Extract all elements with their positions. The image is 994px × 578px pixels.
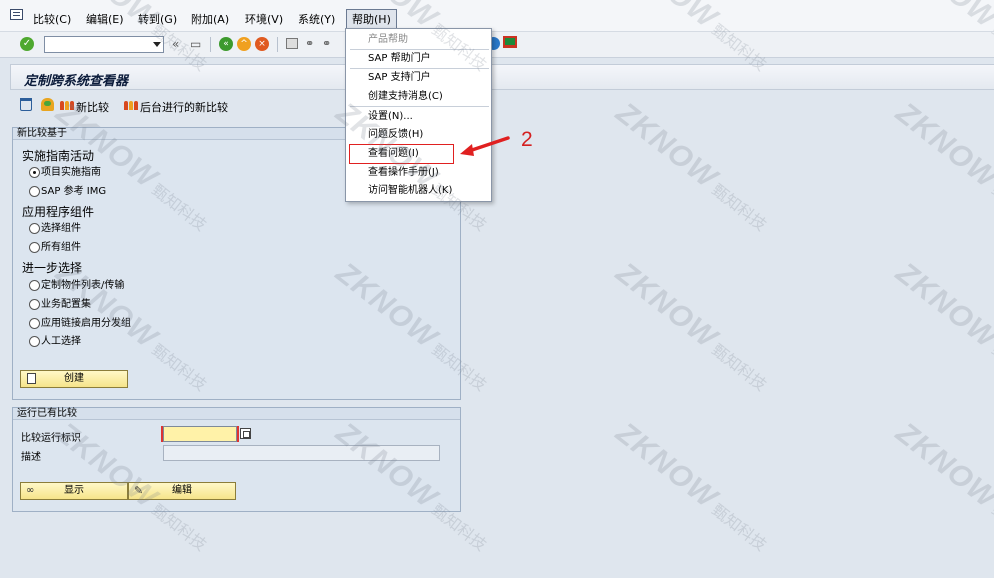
glasses-icon: ∞ [26,485,35,496]
menu-item-operation-manual[interactable]: 查看操作手册(J) [368,166,439,180]
watermark-tile: ZKNOW甄知科技 [889,416,994,558]
menu-compare[interactable]: 比较(C) [33,11,71,27]
display-button-label: 显示 [64,485,84,496]
radio-icon[interactable] [29,186,40,197]
save-icon[interactable]: ▭ [190,37,201,51]
run-id-label: 比较运行标识 [21,433,81,444]
radio-label: 业务配置集 [41,299,91,310]
section-heading: 应用程序组件 [22,205,95,219]
watermark-logo: ZKNOW [609,416,724,516]
standard-toolbar: ✓ « ▭ « ^ × ⚭ ⚭ [0,32,994,58]
layout-icon[interactable] [503,36,517,48]
section-heading: 实施指南活动 [22,149,95,163]
menu-item-feedback[interactable]: 问题反馈(H) [368,128,423,142]
menu-item-sap-help-portal[interactable]: SAP 帮助门户 [368,52,431,66]
print-icon[interactable] [286,38,298,49]
watermark-text: 甄知科技 [708,341,770,395]
enter-check-icon[interactable]: ✓ [20,37,34,51]
callout-arrow-icon [460,136,510,156]
radio-label: 定制物件列表/传输 [41,280,125,291]
watermark-logo: ZKNOW [889,416,994,516]
menu-item-settings[interactable]: 设置(N)... [368,110,413,124]
document-icon [27,373,36,384]
help-dropdown-menu: 产品帮助 SAP 帮助门户 SAP 支持门户 创建支持消息(C) 设置(N)..… [345,28,492,202]
exit-icon[interactable]: ^ [237,37,251,51]
radio-label: 项目实施指南 [41,167,101,178]
run-id-input[interactable] [163,426,237,442]
watermark-text: 甄知科技 [988,341,994,395]
toolbar-divider [210,37,211,52]
run-existing-group: 运行已有比较 比较运行标识 描述 ∞ 显示 ✎ 编辑 [12,407,461,512]
users-icon [124,98,139,110]
highlight-box [349,144,454,164]
page-title: 定制跨系统查看器 [24,74,129,89]
display-button[interactable]: ∞ 显示 [20,482,128,500]
radio-icon[interactable] [29,318,40,329]
cancel-icon[interactable]: × [255,37,269,51]
menu-item-smart-robot[interactable]: 访问智能机器人(K) [368,184,452,198]
menu-item-create-support-message[interactable]: 创建支持消息(C) [368,90,443,104]
menu-divider [350,68,489,69]
create-button[interactable]: 创建 [20,370,128,388]
system-menu-icon[interactable] [10,9,23,20]
chevron-down-icon[interactable] [153,42,161,47]
menu-item-product-help: 产品帮助 [368,34,408,45]
radio-icon[interactable] [29,299,40,310]
menu-goto[interactable]: 转到(G) [138,11,177,27]
users-icon [60,98,75,110]
radio-icon[interactable] [29,336,40,347]
collapse-icon[interactable]: « [172,37,179,51]
toolbar-divider [277,37,278,52]
menu-environment[interactable]: 环境(V) [245,11,283,27]
create-button-label: 创建 [64,373,84,384]
radio-label: SAP 参考 IMG [41,186,107,197]
menu-help[interactable]: 帮助(H) [346,9,397,29]
radio-icon[interactable] [29,242,40,253]
description-label: 描述 [21,452,41,463]
radio-label: 人工选择 [41,336,81,347]
watermark-tile: ZKNOW甄知科技 [609,256,777,398]
edit-button-label: 编辑 [172,485,192,496]
pencil-icon: ✎ [134,484,144,497]
delete-icon[interactable] [20,98,32,111]
menu-bar: 比较(C) 编辑(E) 转到(G) 附加(A) 环境(V) 系统(Y) 帮助(H… [0,0,994,32]
menu-extras[interactable]: 附加(A) [191,11,229,27]
menu-divider [350,106,489,107]
menu-edit[interactable]: 编辑(E) [86,11,124,27]
command-field[interactable] [44,36,164,53]
person-icon[interactable] [41,98,54,111]
radio-icon[interactable] [29,223,40,234]
new-compare-button[interactable]: 新比较 [76,99,109,115]
radio-icon[interactable] [29,167,40,178]
menu-divider [350,49,489,50]
watermark-text: 甄知科技 [988,501,994,555]
watermark-text: 甄知科技 [708,501,770,555]
back-icon[interactable]: « [219,37,233,51]
section-heading: 进一步选择 [22,261,83,275]
radio-label: 选择组件 [41,223,81,234]
watermark-tile: ZKNOW甄知科技 [889,256,994,398]
step-number: 2 [521,128,533,151]
radio-label: 应用链接启用分发组 [41,318,131,329]
title-bar: 定制跨系统查看器 [10,64,994,90]
menu-system[interactable]: 系统(Y) [298,11,335,27]
value-help-icon[interactable] [240,428,251,439]
new-background-compare-button[interactable]: 后台进行的新比较 [140,99,228,115]
radio-label: 所有组件 [41,242,81,253]
radio-icon[interactable] [29,280,40,291]
watermark-logo: ZKNOW [609,256,724,356]
watermark-logo: ZKNOW [889,256,994,356]
edit-button[interactable]: ✎ 编辑 [128,482,236,500]
watermark-tile: ZKNOW甄知科技 [609,416,777,558]
find-next-icon[interactable]: ⚭ [322,37,331,50]
watermark-text: 甄知科技 [988,181,994,235]
menu-item-sap-support-portal[interactable]: SAP 支持门户 [368,71,431,85]
watermark-text: 甄知科技 [708,181,770,235]
application-toolbar: 新比较 后台进行的新比较 [0,94,994,118]
description-field [163,445,440,461]
find-icon[interactable]: ⚭ [305,37,314,50]
group-title: 运行已有比较 [13,408,460,420]
